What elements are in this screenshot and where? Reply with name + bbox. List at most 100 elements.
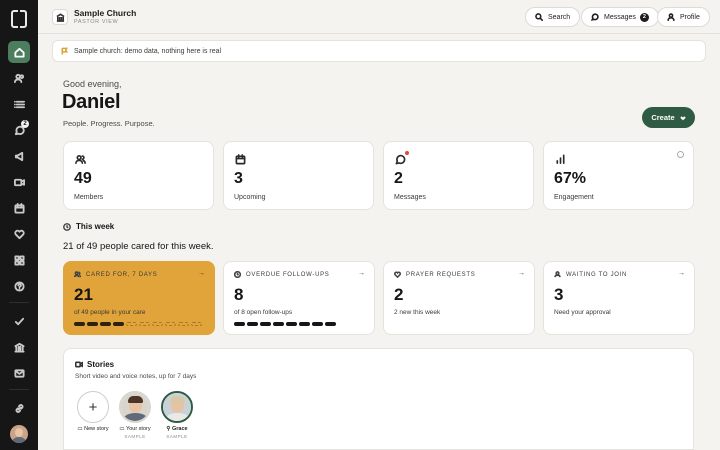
story-label: ⚲ Grace [166,426,188,432]
stat-label: Upcoming [234,194,266,201]
sidebar-item-list[interactable] [8,93,30,115]
card-title: WAITING TO JOIN [566,271,628,278]
progress-dash [247,322,258,326]
link-icon [15,403,23,413]
card-value: 8 [234,285,244,304]
info-icon[interactable] [677,151,684,158]
card-title: PRAYER REQUESTS [406,271,476,278]
search-button[interactable]: Search [525,7,581,27]
bar-chart-icon [556,154,565,164]
progress-dash [312,322,323,326]
sidebar-item-giving[interactable] [8,336,30,358]
stat-card-messages[interactable]: 2 Messages [383,141,534,210]
card-subtitle: of 49 people in your care [74,309,146,316]
sidebar: 2 [0,0,38,450]
progress-dash [234,322,245,326]
demo-banner: Sample church: demo data, nothing here i… [52,40,706,62]
user-name: Daniel [62,91,121,113]
sidebar-item-apps[interactable] [8,249,30,271]
sidebar-item-people[interactable] [8,67,30,89]
sidebar-item-help[interactable] [8,275,30,297]
user-icon [667,13,675,21]
people-icon [13,73,24,83]
progress-dash [74,322,85,326]
plus-icon[interactable]: + [77,391,109,423]
banner-text: Sample church: demo data, nothing here i… [74,47,222,55]
chat-icon [395,154,406,165]
sidebar-item-announcements[interactable] [8,145,30,167]
messages-count-badge: 2 [639,12,649,22]
stat-label: Members [74,194,104,201]
story-new[interactable]: + ▭ New story [71,391,115,432]
arrow-right-icon: → [358,270,365,277]
progress-dash [191,322,202,326]
story-avatar[interactable] [161,391,193,423]
tagline: People. Progress. Purpose. [63,119,155,128]
stat-card-engagement[interactable]: 67% Engagement [543,141,694,210]
progress-dash [325,322,336,326]
search-icon [535,13,543,21]
create-label: Create [651,113,675,122]
heart-icon [394,271,401,278]
mail-icon [13,368,25,378]
sidebar-item-video[interactable] [8,171,30,193]
sidebar-item-mail[interactable] [8,362,30,384]
sidebar-item-home[interactable] [8,41,30,63]
stat-value: 3 [234,170,243,187]
progress-dash [152,322,163,326]
stat-value: 2 [394,170,403,187]
card-subtitle: Need your approval [554,309,611,316]
messages-label: Messages [604,13,636,21]
sidebar-item-tasks[interactable] [8,310,30,332]
week-card-waiting-to-join[interactable]: WAITING TO JOIN → 3 Need your approval [543,261,695,335]
sidebar-item-calendar[interactable] [8,197,30,219]
church-name[interactable]: Sample Church [74,8,136,18]
list-icon [13,100,25,108]
progress-dash [139,322,150,326]
create-button[interactable]: Create [642,107,695,128]
people-icon [74,271,81,278]
sidebar-item-links[interactable] [8,397,30,419]
sidebar-item-messages[interactable]: 2 [8,119,30,141]
progress-dash [299,322,310,326]
arrow-right-icon: → [198,270,205,277]
card-value: 2 [394,285,404,304]
user-avatar[interactable] [10,425,28,443]
bank-icon [13,342,25,353]
sidebar-item-care[interactable] [8,223,30,245]
progress-dash [87,322,98,326]
calendar-icon [13,202,25,214]
sample-tag: SAMPLE [124,434,146,439]
messages-button[interactable]: Messages 2 [581,7,659,27]
flag-icon [61,47,68,55]
story-grace[interactable]: ⚲ Grace SAMPLE [155,391,199,439]
story-yours[interactable]: ▭ Your story SAMPLE [113,391,157,439]
help-icon [13,280,25,292]
home-icon [13,47,25,58]
week-card-cared-for[interactable]: CARED FOR, 7 DAYS → 21 of 49 people in y… [63,261,215,335]
people-icon [75,155,86,164]
card-value: 3 [554,285,564,304]
unread-dot [405,151,409,155]
stat-card-members[interactable]: 49 Members [63,141,214,210]
profile-label: Profile [680,13,700,21]
top-bar: Sample Church PASTOR VIEW Search Message… [38,0,720,34]
sample-tag: SAMPLE [166,434,188,439]
app-logo[interactable] [11,10,27,28]
arrow-right-icon: → [518,270,525,277]
check-icon [14,317,24,325]
chat-icon [591,13,599,21]
week-card-overdue-followups[interactable]: OVERDUE FOLLOW-UPS → 8 of 8 open follow-… [223,261,375,335]
progress-dash [286,322,297,326]
progress-dash [178,322,189,326]
clock-icon [234,271,241,278]
stat-value: 49 [74,170,92,187]
profile-button[interactable]: Profile [657,7,710,27]
video-icon [13,178,25,186]
story-avatar[interactable] [119,391,151,423]
week-card-prayer-requests[interactable]: PRAYER REQUESTS → 2 2 new this week [383,261,535,335]
greeting-salutation: Good evening, [63,79,122,89]
stories-description: Short video and voice notes, up for 7 da… [75,373,197,380]
stat-card-upcoming[interactable]: 3 Upcoming [223,141,374,210]
sidebar-divider [9,389,29,390]
